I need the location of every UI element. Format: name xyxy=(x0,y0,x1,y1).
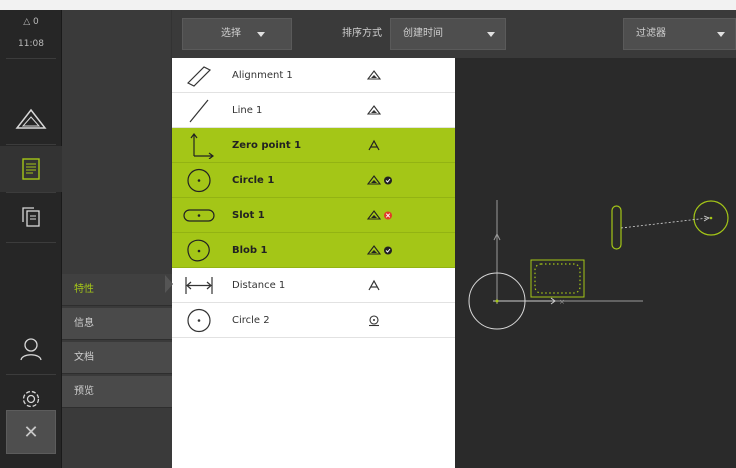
distance-icon xyxy=(185,277,213,294)
chevron-down-icon xyxy=(257,32,265,37)
feature-row-blob-1[interactable]: Blob 1 xyxy=(172,233,455,268)
blob-points xyxy=(534,263,581,294)
user-login-button[interactable] xyxy=(0,326,62,372)
measured-status-icon xyxy=(366,70,382,80)
feature-row-circle-2[interactable]: Circle 2 xyxy=(172,303,455,338)
feature-row-distance-1[interactable]: Distance 1 xyxy=(172,268,455,303)
constructed-status-icon xyxy=(368,279,380,291)
sort-dropdown-value: 创建时间 xyxy=(403,28,443,39)
feature-row-slot-1[interactable]: Slot 1 xyxy=(172,198,455,233)
inspector-column: 特性 信息 文档 预览 xyxy=(62,10,172,468)
sort-label: 排序方式 xyxy=(342,28,382,39)
circle-icon xyxy=(187,168,211,193)
defined-status-icon xyxy=(369,315,379,327)
filter-dropdown-label: 过滤器 xyxy=(636,28,666,39)
chevron-down-icon xyxy=(717,32,725,37)
feature-list: Alignment 1 Line 1 Zero point 1 Circle 1… xyxy=(172,58,455,468)
message-indicator[interactable]: △ 0 xyxy=(0,16,62,28)
filter-dropdown[interactable]: 过滤器 xyxy=(623,18,736,50)
feature-name: Zero point 1 xyxy=(232,140,302,151)
feature-name: Distance 1 xyxy=(232,280,286,291)
blob-icon xyxy=(187,239,210,262)
measured-status-icon xyxy=(366,105,382,115)
close-button[interactable]: ✕ xyxy=(6,410,56,454)
zero-point-icon xyxy=(190,133,214,159)
feature-row-zero-point-1[interactable]: Zero point 1 xyxy=(172,128,455,163)
element-view-canvas[interactable]: × xyxy=(455,58,736,468)
feature-name: Slot 1 xyxy=(232,210,265,221)
file-management-button[interactable] xyxy=(0,194,62,240)
toolbar: 选择 排序方式 创建时间 过滤器 xyxy=(172,10,736,58)
feature-row-line-1[interactable]: Line 1 xyxy=(172,93,455,128)
clock: 11:08 xyxy=(18,39,44,49)
app-window: △ 0 11:08 特性 信息 文档 预览 ✕ 选择 排序方式 创建时间 过滤器… xyxy=(0,0,736,468)
measured-fail-status-icon xyxy=(366,210,392,220)
copy-icon xyxy=(22,207,40,227)
measure-icon xyxy=(15,108,47,129)
tab-features[interactable]: 特性 xyxy=(62,274,172,306)
svg-text:×: × xyxy=(559,298,565,306)
circle-icon xyxy=(187,308,211,333)
feature-row-circle-1[interactable]: Circle 1 xyxy=(172,163,455,198)
select-dropdown[interactable]: 选择 xyxy=(182,18,292,50)
status-area: △ 0 11:08 xyxy=(0,16,62,50)
measure-menu-button[interactable] xyxy=(0,96,62,142)
blob-shape xyxy=(530,259,585,298)
feature-row-alignment-1[interactable]: Alignment 1 xyxy=(172,58,455,93)
measure-report-button[interactable] xyxy=(0,146,62,192)
inspector-empty-area xyxy=(62,10,172,270)
feature-name: Line 1 xyxy=(232,105,263,116)
measured-ok-status-icon xyxy=(366,245,392,255)
feature-name: Blob 1 xyxy=(232,245,268,256)
line-icon xyxy=(189,99,209,123)
constructed-status-icon xyxy=(368,139,380,151)
tab-preview[interactable]: 预览 xyxy=(62,376,172,408)
alignment-icon xyxy=(186,66,212,87)
measured-ok-status-icon xyxy=(366,175,392,185)
tab-info[interactable]: 信息 xyxy=(62,308,172,340)
sort-dropdown[interactable]: 创建时间 xyxy=(390,18,506,50)
settings-icon xyxy=(22,390,40,408)
slot-shape xyxy=(611,205,622,250)
selected-tab-pointer xyxy=(165,275,173,293)
main-menu-rail: △ 0 11:08 xyxy=(0,10,62,468)
select-dropdown-label: 选择 xyxy=(221,28,241,39)
geometry-preview: × xyxy=(468,200,729,330)
document-icon xyxy=(22,158,40,180)
feature-name: Circle 1 xyxy=(232,175,275,186)
feature-name: Alignment 1 xyxy=(232,70,293,81)
slot-icon xyxy=(183,209,215,222)
user-icon xyxy=(20,338,42,361)
tab-documents[interactable]: 文档 xyxy=(62,342,172,374)
chevron-down-icon xyxy=(487,32,495,37)
feature-name: Circle 2 xyxy=(232,315,270,326)
